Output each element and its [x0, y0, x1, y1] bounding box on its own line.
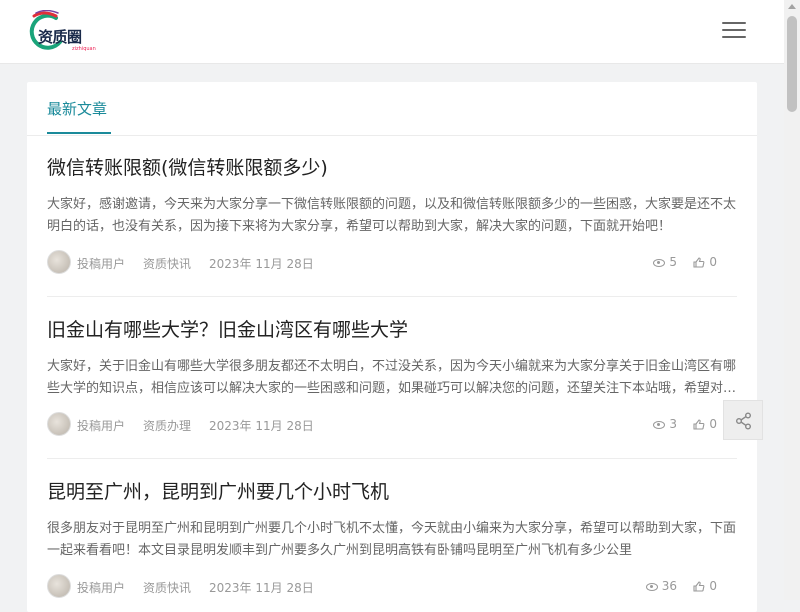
post-excerpt: 大家好，感谢邀请，今天来为大家分享一下微信转账限额的问题，以及和微信转账限额多少…: [47, 197, 737, 234]
thumbs-up-icon: [693, 581, 705, 592]
post-date: 2023年 11月 28日: [209, 419, 314, 433]
eye-icon: [653, 420, 666, 429]
site-header: 资质圈 zizhiquan: [0, 0, 784, 64]
post-divider: [47, 296, 737, 297]
views-count: 36: [661, 579, 677, 593]
post-author[interactable]: 投稿用户: [77, 579, 125, 596]
post-author[interactable]: 投稿用户: [77, 255, 125, 272]
card-header: 最新文章: [27, 82, 757, 136]
eye-icon: [653, 258, 666, 267]
post-likes[interactable]: 0: [693, 417, 717, 431]
section-title[interactable]: 最新文章: [47, 98, 107, 119]
post-divider: [47, 458, 737, 459]
post-category[interactable]: 资质快讯: [143, 255, 191, 272]
page-scrollbar[interactable]: [784, 0, 800, 600]
share-icon: [736, 412, 751, 430]
post-category[interactable]: 资质快讯: [143, 579, 191, 596]
avatar[interactable]: [47, 412, 71, 436]
logo-text: 资质圈: [38, 28, 82, 46]
post-views: 5: [653, 255, 677, 269]
eye-icon: [645, 582, 658, 591]
post-title[interactable]: 昆明至广州，昆明到广州要几个小时飞机: [47, 478, 737, 506]
thumbs-up-icon: [693, 419, 705, 430]
site-logo[interactable]: 资质圈 zizhiquan: [26, 10, 96, 56]
latest-posts-card: 最新文章 微信转账限额(微信转账限额多少) 大家好，感谢邀请，今天来为大家分享一…: [27, 82, 757, 612]
likes-count: 0: [709, 255, 717, 269]
hamburger-menu-icon[interactable]: [722, 22, 746, 40]
post-date: 2023年 11月 28日: [209, 257, 314, 271]
post-meta: 投稿用户 资质快讯 2023年 11月 28日 5 0: [47, 250, 737, 276]
post-item: 昆明至广州，昆明到广州要几个小时飞机 很多朋友对于昆明至广州和昆明到广州要几个小…: [47, 478, 737, 600]
post-item: 微信转账限额(微信转账限额多少) 大家好，感谢邀请，今天来为大家分享一下微信转账…: [47, 154, 737, 276]
views-count: 5: [669, 255, 677, 269]
post-views: 3: [653, 417, 677, 431]
post-likes[interactable]: 0: [693, 579, 717, 593]
post-date: 2023年 11月 28日: [209, 581, 314, 595]
likes-count: 0: [709, 417, 717, 431]
post-excerpt: 大家好，关于旧金山有哪些大学很多朋友都还不太明白，不过没关系，因为今天小编就来为…: [47, 359, 737, 396]
post-excerpt: 很多朋友对于昆明至广州和昆明到广州要几个小时飞机不太懂，今天就由小编来为大家分享…: [47, 521, 737, 558]
post-likes[interactable]: 0: [693, 255, 717, 269]
logo-tagline: zizhiquan: [72, 46, 96, 52]
post-views: 36: [645, 579, 677, 593]
post-meta: 投稿用户 资质办理 2023年 11月 28日 3 0: [47, 412, 737, 438]
avatar[interactable]: [47, 250, 71, 274]
share-button[interactable]: [723, 400, 763, 440]
section-title-underline: [47, 132, 111, 134]
thumbs-up-icon: [693, 257, 705, 268]
post-item: 旧金山有哪些大学？旧金山湾区有哪些大学 大家好，关于旧金山有哪些大学很多朋友都还…: [47, 316, 737, 438]
views-count: 3: [669, 417, 677, 431]
avatar[interactable]: [47, 574, 71, 598]
likes-count: 0: [709, 579, 717, 593]
scroll-up-arrow-icon[interactable]: [788, 4, 796, 9]
scroll-thumb[interactable]: [787, 16, 797, 112]
post-meta: 投稿用户 资质快讯 2023年 11月 28日 36 0: [47, 574, 737, 600]
post-title[interactable]: 旧金山有哪些大学？旧金山湾区有哪些大学: [47, 316, 737, 344]
post-category[interactable]: 资质办理: [143, 417, 191, 434]
post-title[interactable]: 微信转账限额(微信转账限额多少): [47, 154, 737, 182]
post-author[interactable]: 投稿用户: [77, 417, 125, 434]
